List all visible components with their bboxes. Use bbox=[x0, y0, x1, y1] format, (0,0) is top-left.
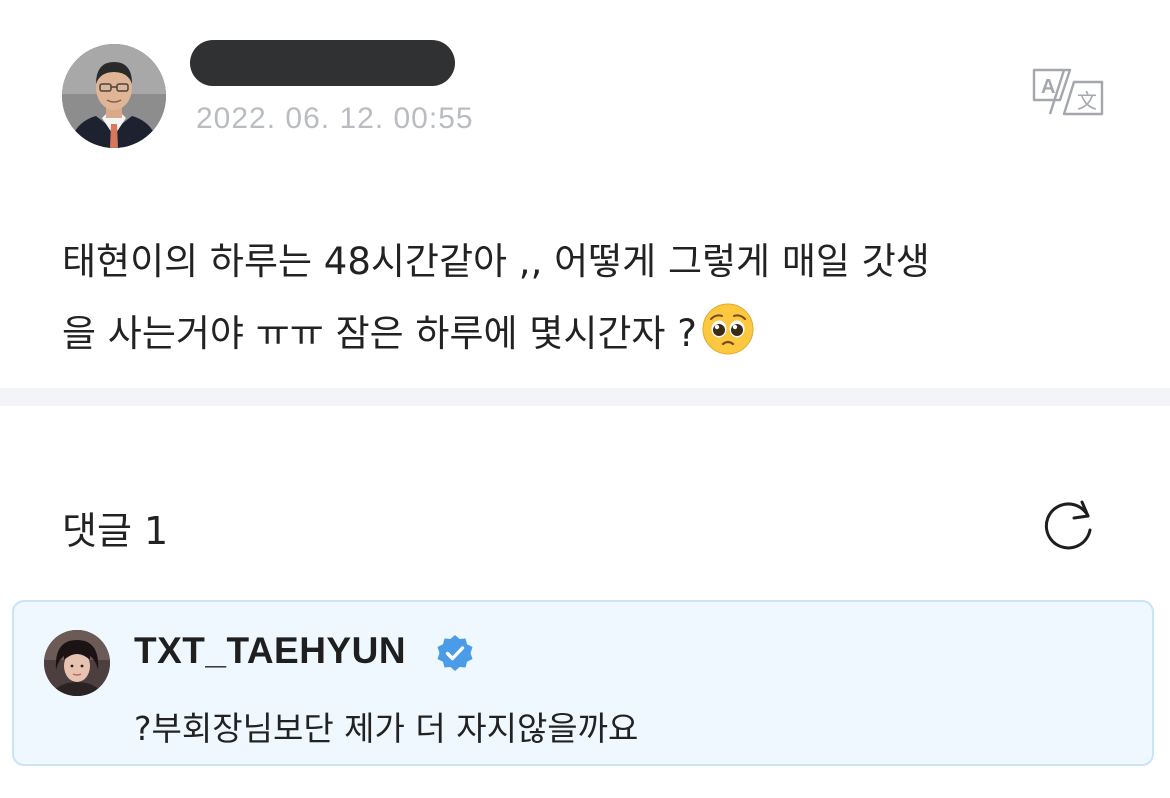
verified-badge-icon bbox=[436, 634, 474, 672]
translate-button[interactable]: A 文 bbox=[1030, 66, 1106, 118]
refresh-comments-button[interactable] bbox=[1038, 494, 1098, 554]
section-divider bbox=[0, 388, 1170, 406]
post-body: 태현이의 하루는 48시간같아 ,, 어떻게 그렇게 매일 갓생 을 사는거야 … bbox=[62, 226, 1122, 370]
pleading-face-icon bbox=[701, 302, 755, 356]
comment-item[interactable]: TXT_TAEHYUN ?부회장님보단 제가 더 자지않을까요 bbox=[12, 600, 1154, 766]
svg-text:A: A bbox=[1041, 76, 1055, 98]
avatar-portrait-image bbox=[44, 630, 110, 696]
comment-author-avatar[interactable] bbox=[44, 630, 110, 696]
avatar-portrait-image bbox=[62, 44, 166, 148]
comment-text: ?부회장님보단 제가 더 자지않을까요 bbox=[134, 709, 639, 748]
refresh-icon bbox=[1044, 500, 1092, 550]
comment-author-name[interactable]: TXT_TAEHYUN bbox=[134, 630, 406, 672]
comments-count-header: 댓글 1 bbox=[62, 509, 169, 553]
post-author-name-redacted bbox=[190, 40, 455, 86]
post-body-text: 태현이의 하루는 48시간같아 ,, 어떻게 그렇게 매일 갓생 을 사는거야 … bbox=[62, 240, 930, 355]
svg-text:文: 文 bbox=[1077, 89, 1097, 113]
translate-icon: A 文 bbox=[1032, 68, 1104, 116]
post-timestamp: 2022. 06. 12. 00:55 bbox=[196, 102, 474, 135]
post-author-avatar[interactable] bbox=[62, 44, 166, 148]
post-page: 2022. 06. 12. 00:55 A 文 태현이의 하루는 48시간같아 … bbox=[0, 0, 1170, 798]
